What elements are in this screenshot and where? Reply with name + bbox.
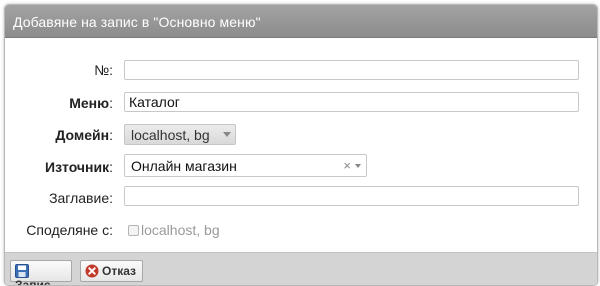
cancel-button-label: Отказ [102,264,137,278]
save-button-label: Запис [15,278,51,286]
share-label: Споделяне с: [26,222,113,238]
dialog-title: Добавяне на запис в "Основно меню" [13,14,261,30]
dialog-footer: Запис Отказ [5,252,597,285]
domain-select[interactable]: localhost, bg [124,124,236,145]
cancel-button[interactable]: Отказ [80,260,143,282]
chevron-down-icon [355,164,361,168]
add-record-dialog: Добавяне на запис в "Основно меню" №: Ме… [4,4,598,286]
title-label: Заглавие: [49,190,113,206]
cancel-icon [85,264,99,278]
form-body: №: Меню: Домейн: localhost, bg Източник:… [5,38,597,252]
number-label: №: [94,62,113,78]
chevron-down-icon [223,132,231,137]
domain-select-value: localhost, bg [131,127,210,143]
source-select-value: Онлайн магазин [131,158,237,174]
number-input[interactable] [124,60,579,80]
share-option[interactable]: localhost, bg [128,222,220,238]
floppy-disk-icon [15,264,29,278]
source-select[interactable]: Онлайн магазин × [124,154,367,177]
domain-label: Домейн: [55,127,113,143]
menu-label: Меню: [69,95,113,111]
dialog-titlebar: Добавяне на запис в "Основно меню" [5,5,597,38]
share-checkbox[interactable] [128,225,139,236]
share-option-label: localhost, bg [141,222,220,238]
menu-input[interactable] [124,92,579,112]
clear-icon[interactable]: × [343,158,351,173]
save-button[interactable]: Запис [10,260,72,285]
title-input[interactable] [124,186,579,206]
source-label: Източник: [45,159,113,175]
